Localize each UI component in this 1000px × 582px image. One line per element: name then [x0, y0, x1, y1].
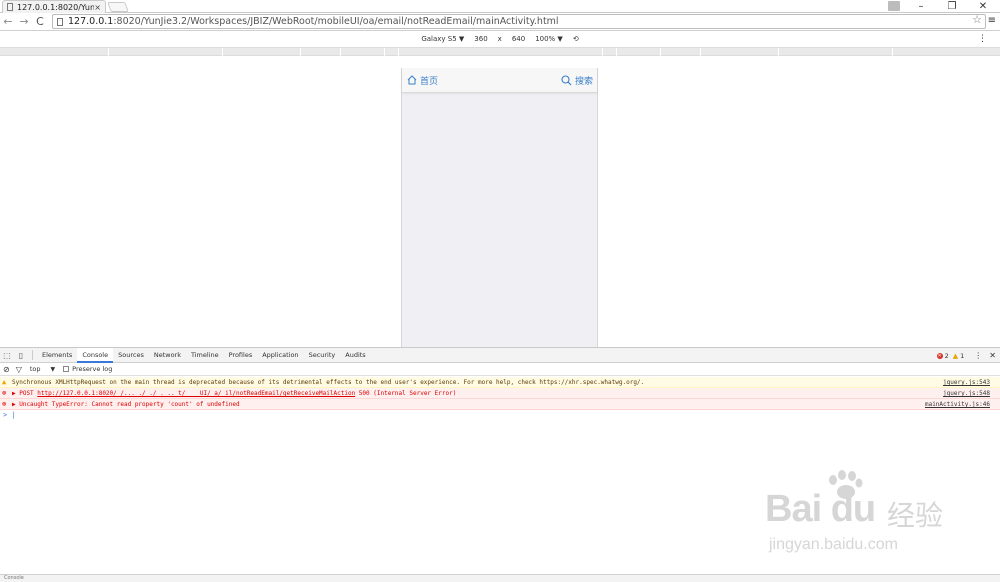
source-link[interactable]: mainActivity.js:46: [925, 399, 990, 409]
tab-profiles[interactable]: Profiles: [224, 348, 258, 363]
request-url-link[interactable]: http://127.0.0.1:8020/ /... ./ ./ . .. t…: [37, 390, 355, 397]
back-button[interactable]: ←: [0, 15, 16, 28]
source-link[interactable]: jquery.js:548: [943, 388, 990, 398]
media-query-ruler[interactable]: [0, 47, 1000, 56]
forward-button[interactable]: →: [16, 15, 32, 28]
rotate-icon[interactable]: ⟲: [573, 35, 579, 43]
home-label: 首页: [420, 76, 439, 87]
user-profile-icon[interactable]: [888, 1, 900, 11]
new-tab-button[interactable]: [107, 2, 129, 12]
console-error-row: ⊗ ▶ POST http://127.0.0.1:8020/ /... ./ …: [0, 388, 1000, 399]
device-screen: 首页 搜索: [401, 68, 598, 347]
baidu-watermark: Bai du 经验 jingyan.baidu.com: [765, 470, 985, 565]
clear-console-icon[interactable]: ⊘: [3, 365, 10, 374]
watermark-logo: Bai du: [765, 488, 876, 530]
tab-sources[interactable]: Sources: [113, 348, 149, 363]
error-icon: ⊗: [2, 400, 7, 408]
tab-audits[interactable]: Audits: [340, 348, 370, 363]
console-prompt[interactable]: > |: [0, 410, 1000, 421]
tab-timeline[interactable]: Timeline: [186, 348, 224, 363]
minimize-button[interactable]: –: [910, 0, 932, 12]
tab-title: 127.0.0.1:8020/Yun: [17, 2, 95, 12]
tab-application[interactable]: Application: [257, 348, 303, 363]
search-icon: [561, 74, 572, 85]
page-info-icon[interactable]: [57, 17, 63, 26]
search-button[interactable]: 搜索: [561, 74, 593, 87]
tab-strip: 127.0.0.1:8020/Yun × – ❐ ✕: [0, 0, 1000, 13]
device-mode-icon[interactable]: ▯: [14, 348, 28, 362]
device-height[interactable]: 640: [512, 35, 525, 43]
console-warning-row: ▲ Synchronous XMLHttpRequest on the main…: [0, 377, 1000, 388]
watermark-url: jingyan.baidu.com: [769, 536, 898, 553]
preserve-log-checkbox[interactable]: [63, 366, 70, 372]
tab-elements[interactable]: Elements: [37, 348, 77, 363]
toolbar-divider: [32, 350, 33, 360]
home-icon: [407, 75, 417, 85]
dimension-separator: x: [497, 35, 502, 43]
preserve-log-label: Preserve log: [72, 365, 113, 373]
devtools-status: ✕ 2 ▲ 1 ⋮ ✕: [936, 348, 996, 363]
error-icon: ⊗: [2, 389, 7, 397]
bookmark-star-icon[interactable]: ☆: [972, 13, 982, 26]
home-button[interactable]: 首页: [407, 74, 438, 87]
inspect-element-icon[interactable]: ⬚: [0, 348, 14, 362]
zoom-select[interactable]: 100% ▼: [535, 35, 563, 43]
page-icon: [7, 3, 13, 11]
address-bar[interactable]: 127.0.0.1:8020/YunJie3.2/Workspaces/JBIZ…: [52, 14, 986, 29]
devtools-tabbar: ⬚ ▯ Elements Console Sources Network Tim…: [0, 347, 1000, 363]
warning-icon: ▲: [952, 351, 959, 360]
context-dropdown-icon[interactable]: ▼: [51, 366, 56, 373]
emulated-viewport: 首页 搜索: [0, 56, 1000, 347]
tab-console[interactable]: Console: [77, 347, 114, 363]
tab-close-icon[interactable]: ×: [94, 3, 101, 12]
search-label: 搜索: [574, 76, 593, 87]
device-select[interactable]: Galaxy S5 ▼: [421, 35, 464, 43]
device-more-icon[interactable]: ⋮: [978, 34, 987, 44]
error-prefix[interactable]: ▶ POST: [12, 390, 37, 397]
console-filter-bar: ⊘ ▽ top ▼ Preserve log: [0, 363, 1000, 376]
warning-count[interactable]: 1: [960, 352, 964, 360]
warning-message: Synchronous XMLHttpRequest on the main t…: [12, 379, 645, 386]
url-path: :8020/YunJie3.2/Workspaces/JBIZ/WebRoot/…: [113, 16, 559, 27]
context-select[interactable]: top: [30, 365, 41, 373]
error-message[interactable]: ▶ Uncaught TypeError: Cannot read proper…: [12, 401, 240, 408]
error-count[interactable]: 2: [945, 352, 949, 360]
restore-button[interactable]: ❐: [941, 0, 963, 12]
device-width[interactable]: 360: [474, 35, 487, 43]
warning-icon: ▲: [2, 378, 7, 386]
url-host: 127.0.0.1: [68, 16, 114, 27]
filter-icon[interactable]: ▽: [16, 365, 22, 374]
tab-security[interactable]: Security: [304, 348, 341, 363]
console-messages: ▲ Synchronous XMLHttpRequest on the main…: [0, 377, 1000, 421]
source-link[interactable]: jquery.js:543: [943, 377, 990, 387]
app-header: 首页 搜索: [402, 68, 597, 93]
error-suffix: 500 (Internal Server Error): [355, 390, 457, 397]
browser-toolbar: ← → C 127.0.0.1:8020/YunJie3.2/Workspace…: [0, 13, 1000, 31]
browser-menu-icon[interactable]: ≡: [988, 15, 996, 26]
browser-tab[interactable]: 127.0.0.1:8020/Yun ×: [2, 0, 106, 13]
reload-button[interactable]: C: [32, 15, 48, 28]
devtools-menu-icon[interactable]: ⋮: [974, 351, 982, 360]
tab-network[interactable]: Network: [149, 348, 186, 363]
device-toolbar: Galaxy S5 ▼ 360 x 640 100% ▼ ⟲ ⋮: [0, 31, 1000, 47]
watermark-cn: 经验: [887, 499, 944, 532]
console-error-row: ⊗ ▶ Uncaught TypeError: Cannot read prop…: [0, 399, 1000, 410]
close-window-button[interactable]: ✕: [972, 0, 994, 12]
error-icon: ✕: [936, 352, 943, 359]
devtools-close-icon[interactable]: ✕: [989, 351, 996, 360]
